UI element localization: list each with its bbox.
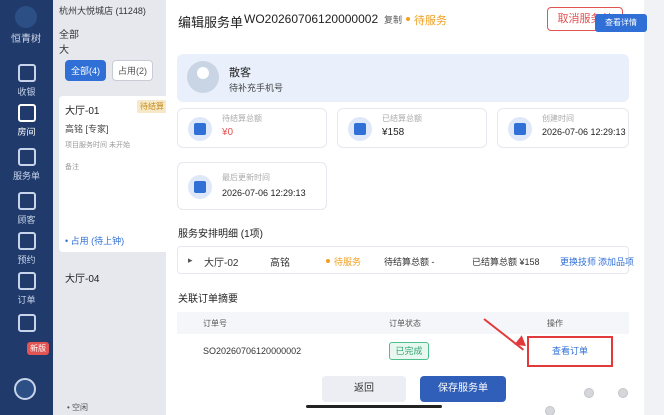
- service-row: ▸ 大厅-02 高铭 待服务 待结算总额 - 已结算总额 ¥158 更换技师 添…: [177, 246, 634, 274]
- nav-item-orders[interactable]: 订单: [0, 272, 53, 306]
- header-action: 操作: [547, 319, 563, 328]
- logo-text: 恒青树: [11, 34, 41, 45]
- linked-orders-table: 订单号 订单状态 操作 SO20260706120000002 已完成 查看订单: [177, 312, 629, 368]
- refresh-icon: [188, 175, 212, 199]
- room-status-tag: 待结算: [137, 100, 167, 113]
- add-item-link[interactable]: 添加品项: [598, 255, 634, 268]
- room-description: 项目服务时间 未开始: [65, 142, 130, 149]
- stat-updated-time: 最后更新时间 2026-07-06 12:29:13: [177, 162, 327, 210]
- nav-item-cashier[interactable]: 收银: [0, 64, 53, 98]
- view-order-button[interactable]: 查看订单: [527, 336, 613, 367]
- room-note: 备注: [65, 164, 79, 171]
- nav-item-service-orders[interactable]: 服务单: [0, 148, 53, 182]
- room-tabs: 全部大: [59, 26, 167, 56]
- room-card[interactable]: 大厅-01 待结算 高铭 [专家] 项目服务时间 未开始 备注 • 占用 (待上…: [59, 96, 169, 252]
- edit-service-order-modal: 编辑服务单 WO20260706120000002 复制 待服务 取消服务单 ✕…: [166, 0, 647, 415]
- monitor-icon: [17, 64, 36, 82]
- modal-title: 编辑服务单: [178, 15, 244, 30]
- order-section-title: 关联订单摘要: [178, 294, 238, 305]
- row-order-no: SO20260706120000002: [203, 346, 302, 356]
- store-name: 杭州大悦城店 (11248): [59, 6, 146, 16]
- change-technician-link[interactable]: 更换技师: [560, 255, 596, 268]
- left-navigation: 恒青树 收银 房间 服务单 顾客 预约 订单 新版: [0, 0, 53, 415]
- service-list-icon: [17, 148, 36, 166]
- customer-icon: [17, 192, 36, 210]
- tab-other[interactable]: 大: [59, 45, 69, 56]
- copy-button[interactable]: 复制: [384, 13, 402, 26]
- service-room: 大厅-02: [204, 258, 239, 269]
- modal-header: 编辑服务单 WO20260706120000002 复制 待服务 取消服务单 ✕: [166, 0, 644, 40]
- app-logo: 恒青树: [4, 6, 48, 46]
- grey-dot: [545, 406, 555, 415]
- staff-icon: [17, 314, 36, 332]
- customer-phone: 待补充手机号: [229, 83, 284, 93]
- nav-item-appointments[interactable]: 预约: [0, 232, 53, 266]
- room-occupancy: • 占用 (待上钟): [65, 236, 125, 246]
- room-name: 大厅-01: [65, 106, 100, 117]
- nav-item-rooms[interactable]: 房间: [0, 104, 53, 138]
- stat-created-time: 创建时间 2026-07-06 12:29:13: [497, 108, 629, 148]
- clock-wallet-icon: [188, 117, 212, 141]
- chip-occupied[interactable]: 占用(2): [112, 60, 153, 81]
- view-details-button[interactable]: 查看详情: [595, 14, 647, 32]
- room-technician: 高铭 [专家]: [65, 124, 109, 134]
- chip-all[interactable]: 全部(4): [65, 60, 106, 81]
- service-technician: 高铭: [270, 258, 290, 269]
- grey-dot: [618, 388, 628, 398]
- nav-item-customers[interactable]: 顾客: [0, 192, 53, 226]
- table-row: SO20260706120000002 已完成 查看订单: [177, 336, 629, 368]
- stat-pending-total: 待结算总额 ¥0: [177, 108, 327, 148]
- new-version-badge: 新版: [27, 342, 49, 355]
- wallet-check-icon: [348, 117, 372, 141]
- home-icon: [17, 104, 36, 122]
- customer-name: 散客: [229, 67, 251, 79]
- back-button[interactable]: 返回: [322, 376, 406, 402]
- room-list-panel: 杭州大悦城店 (11248) 全部大 全部(4) 占用(2) 大厅-01 待结算…: [53, 0, 169, 415]
- customer-avatar: [187, 61, 219, 93]
- header-order-status: 订单状态: [389, 319, 421, 328]
- service-pending-total: 待结算总额 -: [384, 257, 435, 267]
- customer-card: 散客 待补充手机号: [177, 54, 629, 102]
- service-section-title: 服务安排明细 (1项): [178, 229, 263, 240]
- service-status: 待服务: [334, 257, 362, 267]
- tree-logo-icon: [15, 6, 37, 28]
- room-idle-status: • 空闲: [67, 403, 89, 412]
- row-status-badge: 已完成: [389, 342, 429, 360]
- status-dot-icon: [406, 17, 410, 21]
- filter-chips: 全部(4) 占用(2): [65, 60, 153, 81]
- order-status: 待服务: [414, 15, 447, 27]
- status-dot-icon: [326, 259, 330, 263]
- tab-all[interactable]: 全部: [59, 30, 79, 41]
- calendar-icon: [17, 232, 36, 250]
- stat-settled-total: 已结算总额 ¥158: [337, 108, 487, 148]
- grey-dot: [584, 388, 594, 398]
- clock-icon: [508, 117, 532, 141]
- nav-item-staff[interactable]: [0, 314, 53, 335]
- user-avatar[interactable]: [14, 378, 36, 400]
- service-settled-total: 已结算总额 ¥158: [472, 257, 540, 267]
- save-order-button[interactable]: 保存服务单: [420, 376, 506, 402]
- expand-icon[interactable]: ▸: [188, 255, 193, 266]
- room-name-2: 大厅-04: [65, 274, 100, 285]
- home-indicator: [306, 405, 442, 408]
- table-header: 订单号 订单状态 操作: [177, 312, 629, 334]
- header-order-no: 订单号: [203, 319, 227, 328]
- order-number: WO20260706120000002: [244, 12, 379, 26]
- order-icon: [17, 272, 36, 290]
